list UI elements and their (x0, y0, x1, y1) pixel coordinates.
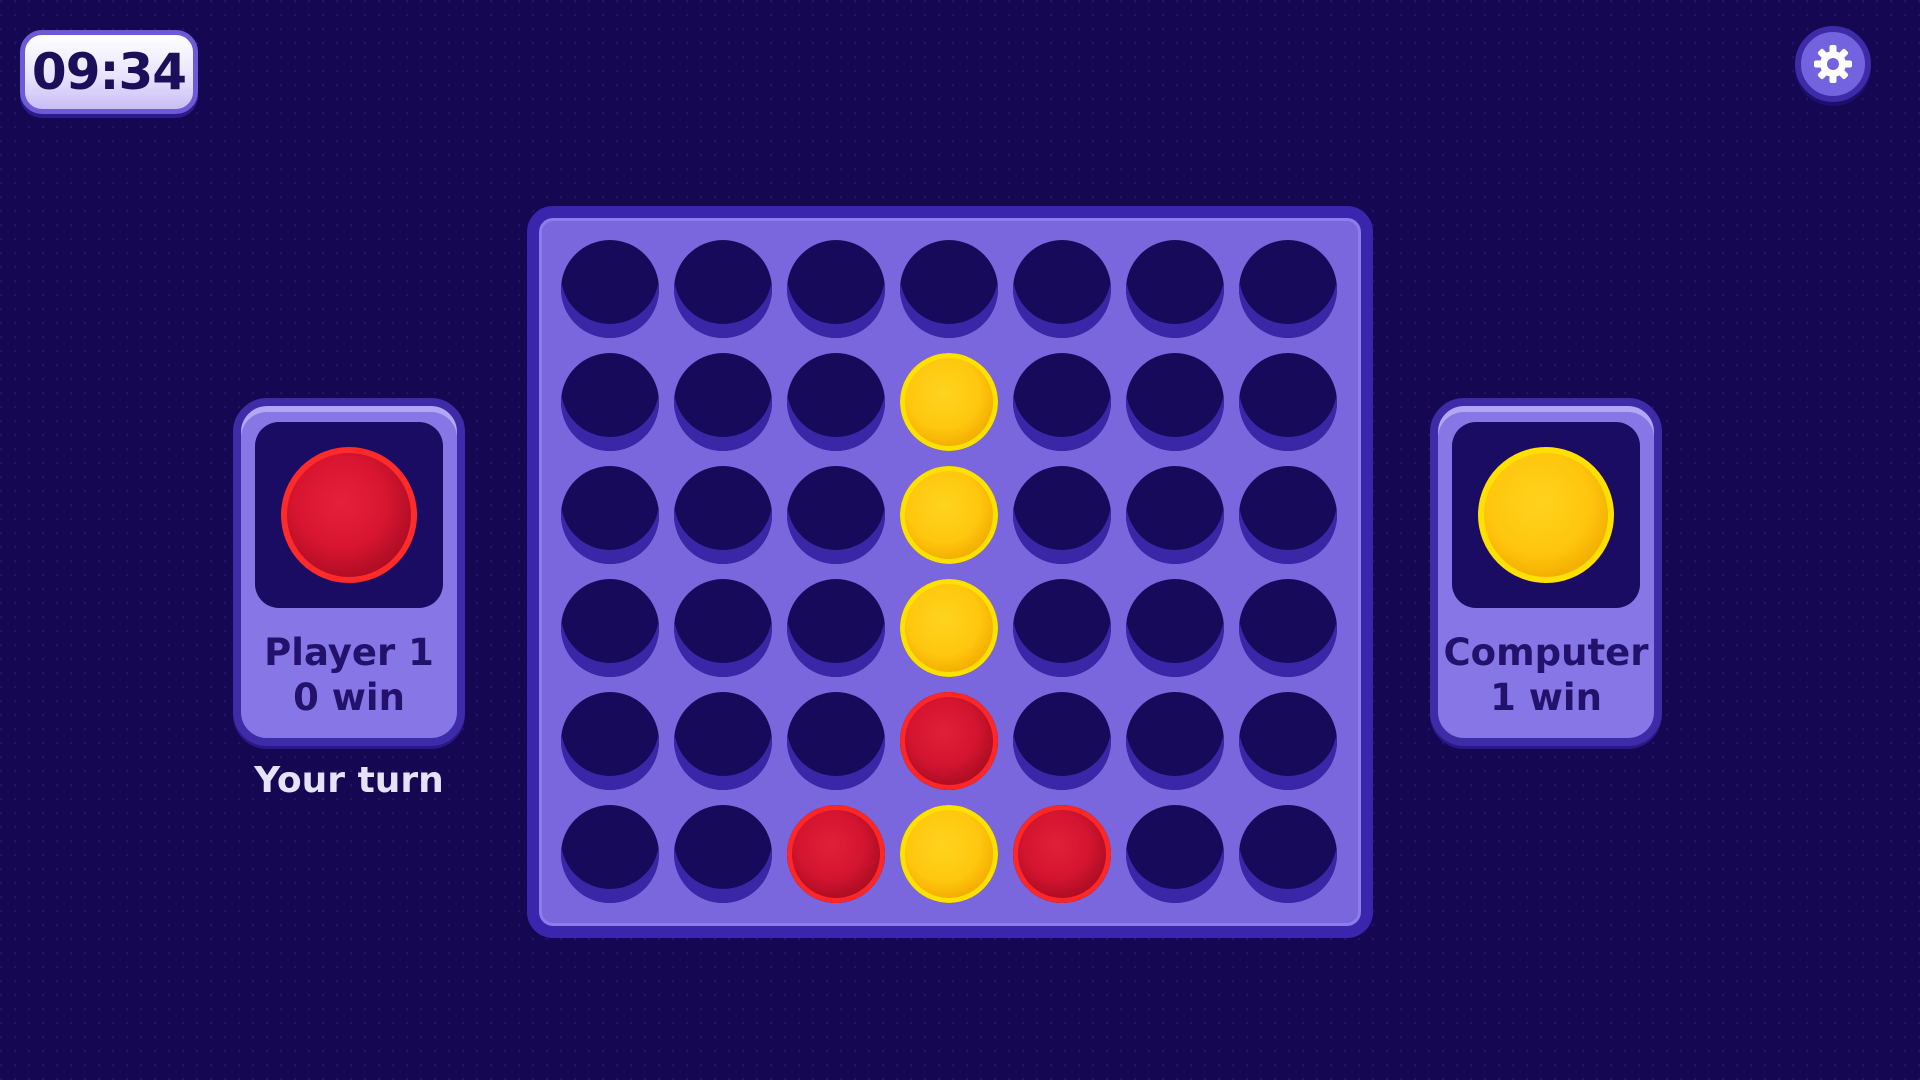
board-cell[interactable] (787, 805, 885, 903)
board-cell[interactable] (1013, 692, 1111, 790)
board-cell[interactable] (674, 692, 772, 790)
board-cell[interactable] (674, 466, 772, 564)
computer-token-slot (1452, 422, 1640, 608)
board-cell[interactable] (787, 579, 885, 677)
board-cell[interactable] (1239, 240, 1337, 338)
player-token-slot (255, 422, 443, 608)
board-cell[interactable] (1126, 805, 1224, 903)
yellow-disc (900, 353, 998, 451)
computer-name: Computer (1443, 631, 1649, 674)
board-cell[interactable] (1126, 240, 1224, 338)
yellow-disc (900, 805, 998, 903)
board-cell[interactable] (1126, 466, 1224, 564)
player-card-player1: Player 1 0 win (233, 398, 465, 746)
board-cell[interactable] (1013, 466, 1111, 564)
board-cell[interactable] (1239, 353, 1337, 451)
board-cell[interactable] (674, 240, 772, 338)
board-cell[interactable] (1239, 466, 1337, 564)
board-cell[interactable] (787, 353, 885, 451)
red-disc (787, 805, 885, 903)
board-cell[interactable] (561, 353, 659, 451)
board-cell[interactable] (1013, 805, 1111, 903)
board-cell[interactable] (900, 466, 998, 564)
board-cell[interactable] (1013, 579, 1111, 677)
computer-wins: 1 win (1490, 676, 1602, 719)
board-cell[interactable] (561, 240, 659, 338)
board-cell[interactable] (1126, 692, 1224, 790)
player-token-red (281, 447, 417, 583)
game-board (527, 206, 1373, 938)
board-cell[interactable] (561, 579, 659, 677)
yellow-disc (900, 579, 998, 677)
computer-token-yellow (1478, 447, 1614, 583)
board-cell[interactable] (900, 805, 998, 903)
board-cell[interactable] (900, 240, 998, 338)
board-cell[interactable] (561, 805, 659, 903)
red-disc (1013, 805, 1111, 903)
computer-info: Computer 1 win (1438, 630, 1654, 720)
turn-indicator: Your turn (254, 760, 444, 801)
gear-icon (1811, 42, 1855, 86)
board-cell[interactable] (900, 579, 998, 677)
board-cell[interactable] (900, 353, 998, 451)
board-cell[interactable] (1013, 240, 1111, 338)
board-cell[interactable] (787, 466, 885, 564)
board-cell[interactable] (674, 353, 772, 451)
board-cell[interactable] (1126, 579, 1224, 677)
board-cell[interactable] (1013, 353, 1111, 451)
settings-button[interactable] (1795, 26, 1871, 102)
player-wins: 0 win (293, 676, 405, 719)
player-card-computer: Computer 1 win (1430, 398, 1662, 746)
board-cell[interactable] (1239, 692, 1337, 790)
board-cell[interactable] (674, 579, 772, 677)
board-cell[interactable] (900, 692, 998, 790)
red-disc (900, 692, 998, 790)
board-cell[interactable] (1126, 353, 1224, 451)
player-info: Player 1 0 win (241, 630, 457, 720)
yellow-disc (900, 466, 998, 564)
board-cell[interactable] (561, 692, 659, 790)
board-cell[interactable] (1239, 579, 1337, 677)
board-cell[interactable] (561, 466, 659, 564)
game-timer: 09:34 (20, 30, 198, 114)
board-cell[interactable] (787, 692, 885, 790)
timer-text: 09:34 (31, 43, 187, 101)
board-cell[interactable] (1239, 805, 1337, 903)
board-cell[interactable] (674, 805, 772, 903)
game-screen: 09:34 Player 1 0 win Your turn Computer … (0, 0, 1920, 1080)
board-cell[interactable] (787, 240, 885, 338)
player-name: Player 1 (264, 631, 434, 674)
